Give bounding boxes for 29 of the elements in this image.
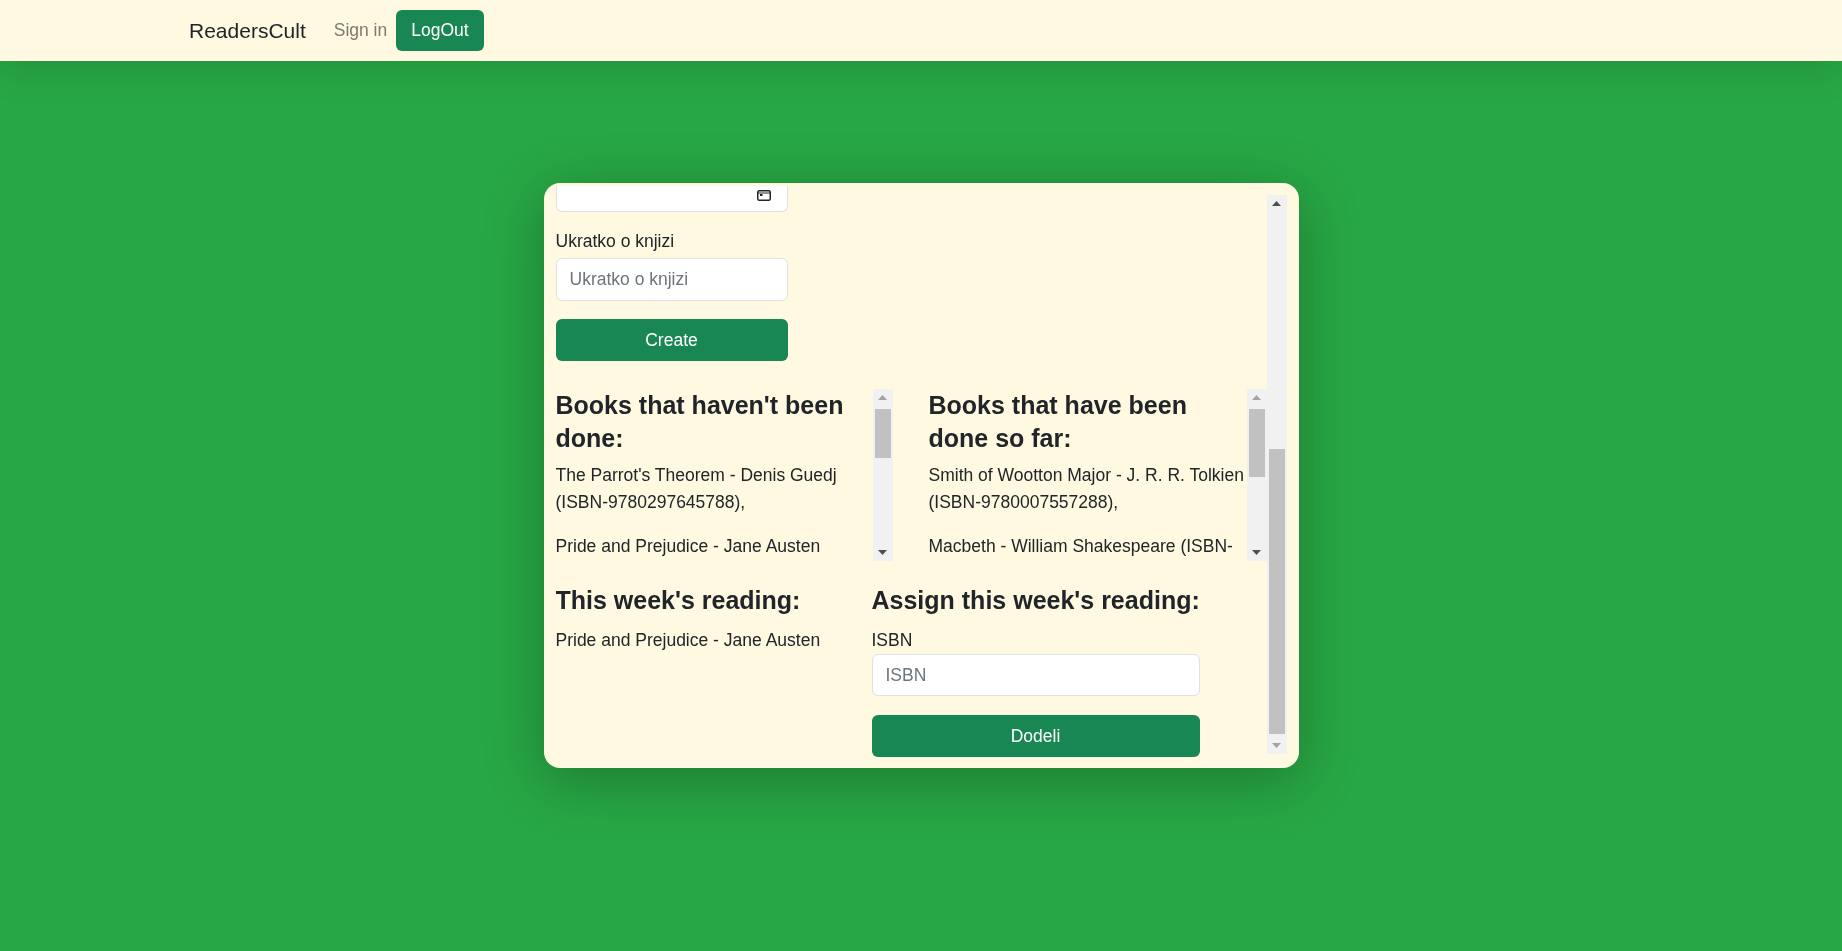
section-heading: Assign this week's reading: — [871, 585, 1200, 616]
section-heading: This week's reading: — [555, 585, 801, 616]
caret-down-icon[interactable] — [878, 550, 887, 555]
section-heading: Books that haven't been done: — [555, 390, 845, 454]
brand-link[interactable]: ReadersCult — [189, 18, 306, 43]
nav-link[interactable]: Sign in — [333, 20, 388, 41]
logout-button[interactable]: LogOut — [396, 10, 484, 51]
date-field[interactable] — [555, 186, 788, 212]
scrollbar[interactable] — [872, 389, 893, 561]
section-heading: Books that have been done so far: — [928, 390, 1188, 454]
caret-down-icon[interactable] — [1252, 550, 1261, 555]
book-entry: Pride and Prejudice - Jane Austen — [555, 535, 821, 558]
field-label: Ukratko o knjizi — [555, 230, 675, 253]
scrollbar-thumb[interactable] — [1248, 409, 1265, 477]
calendar-icon[interactable] — [756, 189, 771, 201]
text-field[interactable]: Ukratko o knjizi — [555, 258, 788, 301]
book-entry: Macbeth - William Shakespeare (ISBN- — [928, 535, 1233, 558]
caret-up-icon[interactable] — [1272, 201, 1281, 206]
scrollbar[interactable] — [1266, 195, 1287, 754]
assign-button[interactable]: Dodeli — [871, 715, 1200, 757]
create-button[interactable]: Create — [555, 319, 788, 361]
book-entry: The Parrot's Theorem - Denis Guedj (ISBN-9780297645788), — [555, 464, 838, 514]
field-label: ISBN — [871, 629, 913, 652]
scrollbar-thumb[interactable] — [1268, 449, 1285, 734]
scrollbar-thumb[interactable] — [874, 409, 891, 458]
scrollbar[interactable] — [1246, 389, 1267, 561]
book-entry: Pride and Prejudice - Jane Austen — [555, 629, 821, 652]
book-entry: Smith of Wootton Major - J. R. R. Tolkien (ISBN-9780007557288), — [928, 464, 1245, 514]
isbn-field[interactable]: ISBN — [871, 654, 1200, 696]
